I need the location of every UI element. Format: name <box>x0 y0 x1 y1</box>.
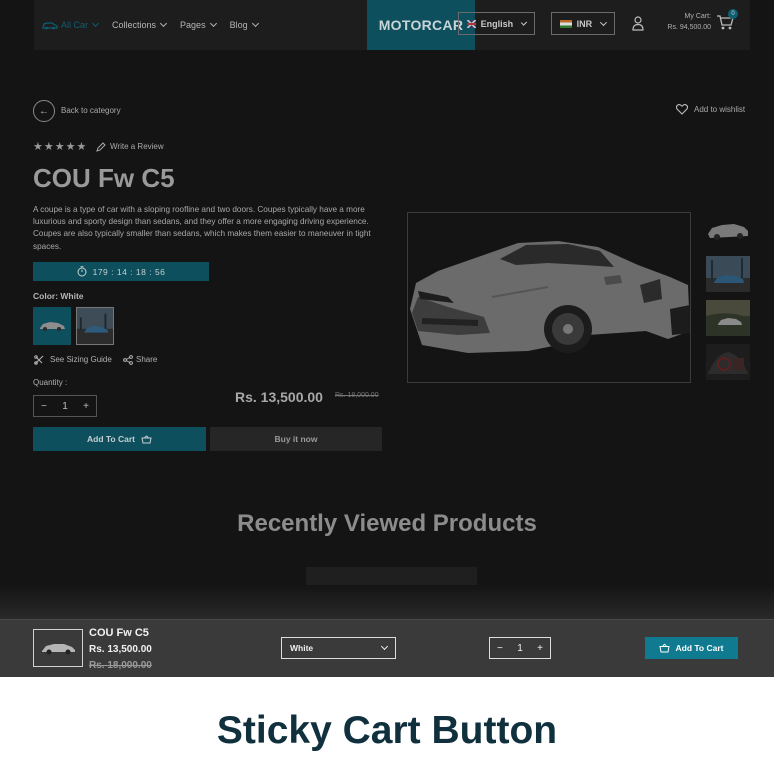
product-title: COU Fw C5 <box>33 163 175 193</box>
language-select[interactable]: English <box>458 12 535 35</box>
car-icon <box>42 21 58 29</box>
buy-now-button[interactable]: Buy it now <box>210 427 382 451</box>
sticky-add-to-cart-button[interactable]: Add To Cart <box>645 637 738 659</box>
nav-item-blog[interactable]: Blog <box>229 19 259 30</box>
heart-icon[interactable] <box>676 104 688 115</box>
nav-label: Blog <box>229 20 248 30</box>
cart-label: My Cart: <box>684 13 711 20</box>
share-icon <box>123 355 133 365</box>
back-button[interactable]: ← <box>33 100 55 122</box>
minus-icon[interactable]: − <box>41 401 47 412</box>
share-link[interactable]: Share <box>136 355 157 364</box>
pencil-icon <box>96 142 106 152</box>
india-flag-icon <box>560 19 572 28</box>
basket-icon <box>141 434 152 443</box>
chevron-down-icon <box>251 19 259 28</box>
product-price: Rs. 13,500.00 <box>235 389 323 405</box>
sticky-product-price: Rs. 13,500.00 <box>89 644 152 655</box>
product-description: A coupe is a type of car with a sloping … <box>33 205 371 251</box>
chevron-down-icon <box>209 19 217 28</box>
sizing-guide-link[interactable]: See Sizing Guide <box>50 355 112 364</box>
user-icon[interactable] <box>632 16 644 31</box>
product-thumbnail[interactable] <box>706 212 750 248</box>
variant-value: White <box>290 643 314 653</box>
arrow-left-icon: ← <box>39 105 49 117</box>
car-image <box>410 241 690 353</box>
quantity-label: Quantity : <box>33 378 68 387</box>
star-icon: ★ <box>54 141 66 153</box>
quantity-stepper[interactable]: − 1 + <box>33 395 97 417</box>
product-thumbnail[interactable] <box>706 256 750 292</box>
car-interior-thumbnail <box>708 352 748 374</box>
car-thumbnail <box>42 644 75 655</box>
stopwatch-icon <box>77 266 87 277</box>
chevron-down-icon <box>520 18 528 26</box>
sticky-variant-select[interactable]: White <box>281 637 396 659</box>
site-header: All Car Collections Pages Blog MOTORCAR … <box>34 0 750 50</box>
back-label[interactable]: Back to category <box>61 106 121 115</box>
basket-icon <box>659 643 671 653</box>
quantity-value: 1 <box>62 400 68 412</box>
nav-item-all-car[interactable]: All Car <box>42 19 100 30</box>
sticky-quantity-value: 1 <box>517 642 523 654</box>
chevron-down-icon <box>91 19 100 28</box>
chevron-down-icon <box>600 18 608 26</box>
nav-item-pages[interactable]: Pages <box>180 19 217 30</box>
color-label: Color: White <box>33 291 84 301</box>
star-rating: ★★★★★ <box>33 140 87 153</box>
cart-total: Rs. 94,500.00 <box>667 24 711 31</box>
chevron-down-icon <box>160 19 168 28</box>
car-thumbnail <box>706 300 750 336</box>
sticky-add-to-cart-label: Add To Cart <box>675 643 724 653</box>
timer-value: 179 : 14 : 18 : 56 <box>92 266 166 277</box>
product-thumbnail[interactable] <box>706 344 750 380</box>
wishlist-label[interactable]: Add to wishlist <box>694 105 745 114</box>
currency-value: INR <box>576 18 593 29</box>
color-swatch-white[interactable] <box>33 307 71 345</box>
product-main-image[interactable] <box>407 212 691 383</box>
car-thumbnail <box>77 308 113 344</box>
star-icon: ★ <box>43 141 55 153</box>
product-page: All Car Collections Pages Blog MOTORCAR … <box>0 0 774 677</box>
add-to-cart-label: Add To Cart <box>86 434 135 444</box>
sticky-shadow <box>0 585 774 620</box>
plus-icon[interactable]: + <box>83 401 89 412</box>
nav-label: Collections <box>112 20 157 30</box>
product-thumbnail[interactable] <box>706 300 750 336</box>
nav-item-collections[interactable]: Collections <box>112 19 168 30</box>
sticky-product-old-price: Rs. 18,000.00 <box>89 660 152 671</box>
car-thumbnail <box>706 256 750 292</box>
ruler-icon <box>34 355 44 365</box>
star-icon: ★ <box>65 141 77 153</box>
cart-count-badge: 0 <box>728 9 738 19</box>
countdown-timer: 179 : 14 : 18 : 56 <box>33 262 209 281</box>
car-thumbnail <box>708 224 748 240</box>
star-icon: ★ <box>76 141 88 153</box>
product-old-price: Rs. 18,000.00 <box>335 392 379 399</box>
main-nav: All Car Collections Pages Blog <box>42 0 259 50</box>
nav-label: All Car <box>61 20 89 30</box>
uk-flag-icon <box>467 19 476 28</box>
promo-caption: Sticky Cart Button <box>0 677 774 784</box>
car-thumbnail <box>40 322 65 331</box>
sticky-product-name: COU Fw C5 <box>89 627 149 639</box>
currency-select[interactable]: INR <box>551 12 615 35</box>
add-to-cart-button[interactable]: Add To Cart <box>33 427 206 451</box>
star-icon: ★ <box>33 141 44 153</box>
recently-viewed-title: Recently Viewed Products <box>237 510 537 537</box>
nav-label: Pages <box>180 20 206 30</box>
language-value: English <box>480 18 514 29</box>
sticky-quantity-stepper[interactable]: − 1 + <box>489 637 551 659</box>
sticky-cart-bar: COU Fw C5 Rs. 13,500.00 Rs. 18,000.00 Wh… <box>0 619 774 677</box>
minus-icon[interactable]: − <box>497 643 503 654</box>
sticky-product-thumbnail <box>33 629 83 667</box>
color-swatch-blue[interactable] <box>76 307 114 345</box>
chevron-down-icon <box>380 642 389 651</box>
plus-icon[interactable]: + <box>537 643 543 654</box>
write-review-link[interactable]: Write a Review <box>110 142 164 151</box>
